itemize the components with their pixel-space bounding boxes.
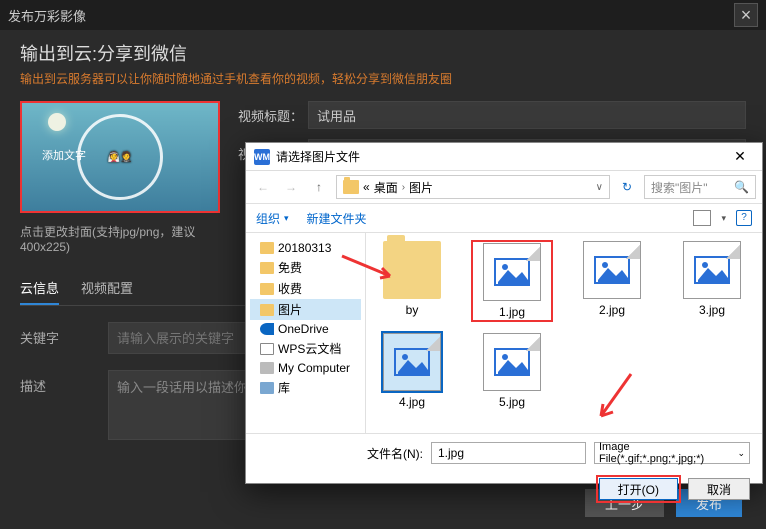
- tree-item-label: 20180313: [278, 241, 331, 255]
- file-open-dialog: WM 请选择图片文件 ✕ ← → ↑ « 桌面 › 图片 ∨ ↻ 搜索"图片" …: [245, 142, 763, 484]
- tree-item-label: My Computer: [278, 361, 350, 375]
- file-item[interactable]: by: [372, 241, 452, 321]
- new-folder-button[interactable]: 新建文件夹: [307, 210, 367, 227]
- search-icon: 🔍: [734, 180, 749, 194]
- tree-item-库[interactable]: 库: [250, 377, 361, 398]
- path-breadcrumb[interactable]: « 桌面 › 图片 ∨: [336, 175, 610, 199]
- video-title-label: 视频标题：: [238, 106, 308, 125]
- thumb-text: 添加文字: [42, 147, 86, 163]
- nav-back-icon[interactable]: ←: [252, 176, 274, 198]
- file-item[interactable]: 2.jpg: [572, 241, 652, 321]
- tree-item-label: 免费: [278, 259, 302, 276]
- dialog-title: 发布万彩影像: [8, 6, 86, 25]
- tree-item-label: 收费: [278, 280, 302, 297]
- folder-icon: [260, 283, 274, 295]
- folder-icon: [383, 241, 441, 299]
- chevron-down-icon: ▾: [284, 213, 289, 224]
- image-file-icon: [683, 241, 741, 299]
- close-icon[interactable]: ×: [734, 3, 758, 27]
- filename-input[interactable]: [431, 442, 586, 464]
- file-name-label: by: [372, 303, 452, 317]
- chevron-down-icon: ⌄: [737, 448, 745, 459]
- file-name-label: 4.jpg: [372, 395, 452, 409]
- file-item[interactable]: 5.jpg: [472, 333, 552, 409]
- tree-item-免费[interactable]: 免费: [250, 257, 361, 278]
- folder-icon: [260, 262, 274, 274]
- filter-text: Image File(*.gif;*.png;*.jpg;*): [599, 441, 737, 465]
- cancel-button[interactable]: 取消: [688, 478, 750, 500]
- app-icon: WM: [254, 149, 270, 165]
- folder-icon: [260, 382, 274, 394]
- export-hint: 输出到云服务器可以让你随时随地通过手机查看你的视频，轻松分享到微信朋友圈: [20, 70, 746, 87]
- keyword-label: 关键字: [20, 322, 108, 354]
- tree-item-图片[interactable]: 图片: [250, 299, 361, 320]
- moon-decor: [48, 113, 66, 131]
- file-name-label: 2.jpg: [572, 303, 652, 317]
- tree-item-label: WPS云文档: [278, 340, 341, 357]
- tree-item-label: OneDrive: [278, 322, 329, 336]
- folder-tree: 20180313 免费收费图片 OneDrive WPS云文档 My Computer 库: [246, 233, 366, 433]
- file-item[interactable]: 4.jpg: [372, 333, 452, 409]
- tree-item-label: 图片: [278, 301, 302, 318]
- chevron-right-icon: ›: [402, 182, 405, 193]
- export-title: 输出到云:分享到微信: [20, 40, 746, 66]
- open-button[interactable]: 打开(O): [599, 478, 678, 500]
- cover-thumbnail[interactable]: 添加文字 👰🤵: [20, 101, 220, 213]
- path-seg-desktop[interactable]: 桌面: [374, 179, 398, 196]
- file-item[interactable]: 1.jpg: [472, 241, 552, 321]
- folder-icon: [260, 323, 274, 335]
- image-file-icon: [583, 241, 641, 299]
- view-mode-icon[interactable]: [693, 210, 711, 226]
- folder-icon: [260, 242, 274, 254]
- folder-icon: [260, 343, 274, 355]
- tree-item-20180313[interactable]: 20180313: [250, 239, 361, 257]
- folder-icon: [260, 362, 274, 374]
- image-file-icon: [483, 243, 541, 301]
- file-name-label: 5.jpg: [472, 395, 552, 409]
- file-dialog-footer: 文件名(N): Image File(*.gif;*.png;*.jpg;*) …: [246, 433, 762, 508]
- nav-up-icon[interactable]: ↑: [308, 176, 330, 198]
- file-item[interactable]: 3.jpg: [672, 241, 752, 321]
- image-file-icon: [483, 333, 541, 391]
- tree-item-WPS云文档[interactable]: WPS云文档: [250, 338, 361, 359]
- folder-icon: [260, 304, 274, 316]
- tab-cloud-info[interactable]: 云信息: [20, 272, 59, 305]
- refresh-icon[interactable]: ↻: [616, 176, 638, 198]
- cover-section: 添加文字 👰🤵 点击更改封面(支持jpg/png，建议400x225): [20, 101, 220, 254]
- path-dropdown-icon[interactable]: ∨: [596, 182, 603, 193]
- file-dialog-titlebar: WM 请选择图片文件 ✕: [246, 143, 762, 171]
- file-dialog-body: 20180313 免费收费图片 OneDrive WPS云文档 My Computer 库…: [246, 233, 762, 433]
- tree-item-label: 库: [278, 379, 290, 396]
- cover-caption: 点击更改封面(支持jpg/png，建议400x225): [20, 223, 220, 254]
- file-dialog-toolbar: 组织▾ 新建文件夹 ▾ ?: [246, 203, 762, 233]
- file-dialog-nav: ← → ↑ « 桌面 › 图片 ∨ ↻ 搜索"图片" 🔍: [246, 171, 762, 203]
- help-icon[interactable]: ?: [736, 210, 752, 226]
- row-video-title: 视频标题：: [238, 101, 746, 129]
- file-name-label: 3.jpg: [672, 303, 752, 317]
- filetype-filter[interactable]: Image File(*.gif;*.png;*.jpg;*) ⌄: [594, 442, 750, 464]
- file-dialog-title: 请选择图片文件: [276, 148, 360, 165]
- desc-label: 描述: [20, 370, 108, 440]
- photo-ring: 👰🤵: [77, 114, 163, 200]
- image-file-icon: [383, 333, 441, 391]
- file-grid: by 1.jpg 2.jpg 3.jpg 4.jpg 5.jpg: [366, 233, 762, 433]
- folder-icon: [343, 180, 359, 194]
- video-title-input[interactable]: [308, 101, 746, 129]
- tree-item-My Computer[interactable]: My Computer: [250, 359, 361, 377]
- file-dialog-close-icon[interactable]: ✕: [726, 148, 754, 165]
- nav-fwd-icon[interactable]: →: [280, 176, 302, 198]
- path-ellipsis: «: [363, 180, 370, 194]
- chevron-down-icon[interactable]: ▾: [721, 213, 726, 224]
- tree-item-收费[interactable]: 收费: [250, 278, 361, 299]
- title-bar: 发布万彩影像 ×: [0, 0, 766, 30]
- search-placeholder: 搜索"图片": [651, 179, 708, 196]
- path-seg-images[interactable]: 图片: [409, 179, 433, 196]
- search-input[interactable]: 搜索"图片" 🔍: [644, 175, 756, 199]
- filename-label: 文件名(N):: [367, 445, 423, 462]
- tree-item-OneDrive[interactable]: OneDrive: [250, 320, 361, 338]
- file-name-label: 1.jpg: [472, 305, 552, 319]
- organize-menu[interactable]: 组织▾: [256, 210, 289, 227]
- tab-video-config[interactable]: 视频配置: [81, 272, 133, 305]
